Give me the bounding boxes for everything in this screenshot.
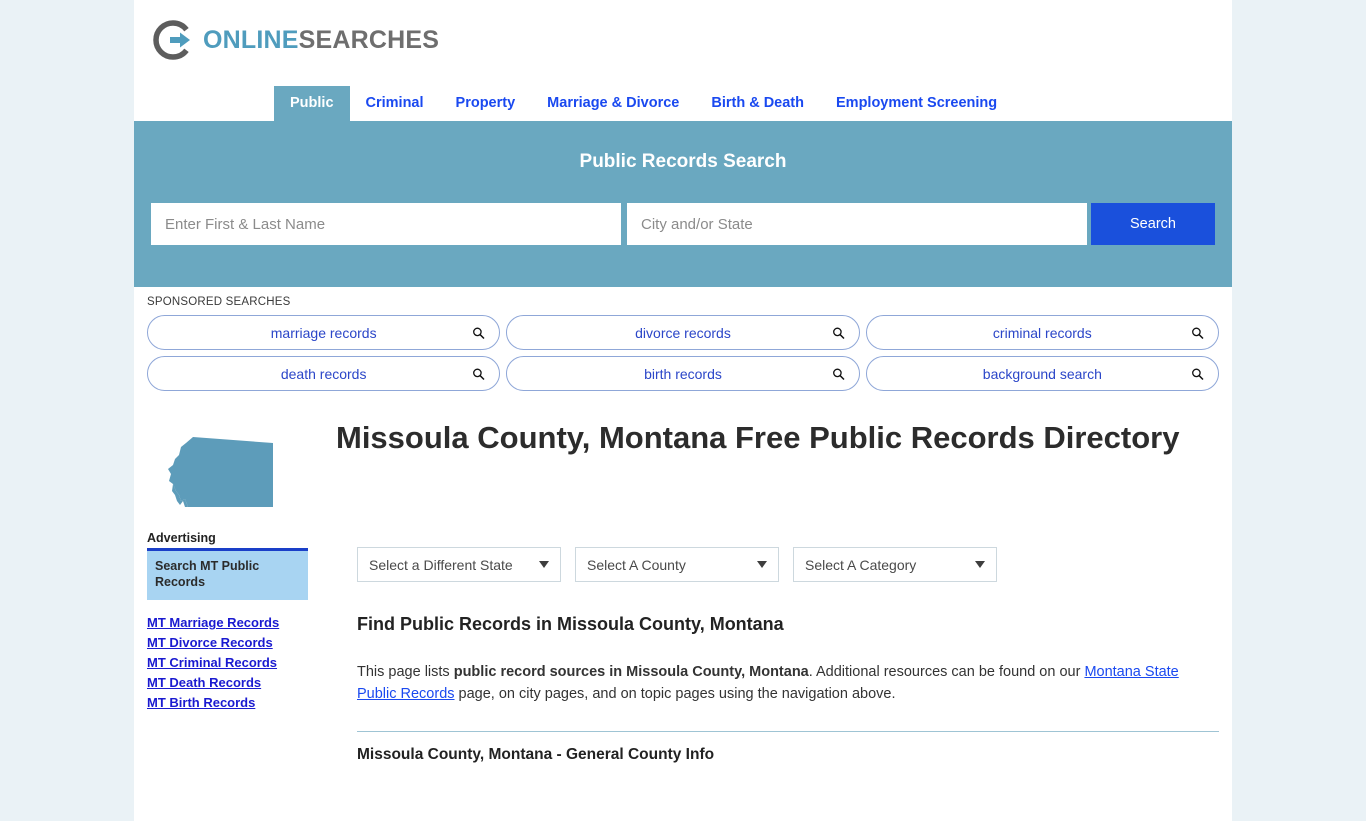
filter-dropdowns: Select a Different State Select A County… <box>357 547 1219 582</box>
search-icon <box>472 367 485 380</box>
sponsored-pill-label: birth records <box>644 365 722 382</box>
search-icon <box>472 326 485 339</box>
sidebar-link-mt-divorce-records[interactable]: MT Divorce Records <box>147 635 308 650</box>
sponsored-pill-label: marriage records <box>270 324 377 341</box>
sponsored-pill-marriage-records[interactable]: marriage records <box>147 315 501 350</box>
search-banner-title: Public Records Search <box>579 151 787 172</box>
logo-text: ONLINESEARCHES <box>203 26 439 55</box>
logo-text-online: ONLINE <box>203 25 299 54</box>
select-category-dropdown[interactable]: Select A Category <box>793 547 997 582</box>
nav-item-property[interactable]: Property <box>440 86 532 122</box>
sponsored-pill-background-search[interactable]: background search <box>865 356 1219 391</box>
sponsored-pill-divorce-records[interactable]: divorce records <box>506 315 860 350</box>
content-columns: Advertising Search MT Public Records MT … <box>147 529 1219 764</box>
section-heading: Find Public Records in Missoula County, … <box>357 614 784 634</box>
intro-paragraph: This page lists public record sources in… <box>357 661 1219 706</box>
search-form: Search <box>134 203 1232 245</box>
logo[interactable]: ONLINESEARCHES <box>134 0 1232 80</box>
sponsored-pill-label: background search <box>982 365 1102 382</box>
site-header: ONLINESEARCHES Public Criminal Property … <box>134 0 1232 121</box>
page-title: Missoula County, Montana Free Public Rec… <box>336 420 1180 455</box>
sidebar-link-mt-marriage-records[interactable]: MT Marriage Records <box>147 615 308 630</box>
nav-item-birth-death[interactable]: Birth & Death <box>695 86 820 122</box>
chevron-down-icon <box>757 561 767 568</box>
search-button[interactable]: Search <box>1091 203 1215 245</box>
sidebar: Advertising Search MT Public Records MT … <box>147 529 308 764</box>
sidebar-links: MT Marriage Records MT Divorce Records M… <box>147 615 308 710</box>
sponsored-pill-death-records[interactable]: death records <box>147 356 501 391</box>
chevron-down-icon <box>539 561 549 568</box>
section-divider <box>357 730 1219 732</box>
page-content: Missoula County, Montana Free Public Rec… <box>134 401 1232 821</box>
circle-arrow-logo-icon <box>152 19 194 61</box>
general-county-info-heading: Missoula County, Montana - General Count… <box>357 745 715 763</box>
search-icon <box>1191 367 1204 380</box>
select-state-dropdown[interactable]: Select a Different State <box>357 547 561 582</box>
search-icon <box>832 367 845 380</box>
advertising-label: Advertising <box>147 531 216 545</box>
page-title-row: Missoula County, Montana Free Public Rec… <box>147 401 1219 529</box>
search-icon <box>1191 326 1204 339</box>
sponsored-pill-criminal-records[interactable]: criminal records <box>865 315 1219 350</box>
intro-bold-1: public record sources in Missoula County… <box>453 664 809 680</box>
ad-box-search-mt-public-records[interactable]: Search MT Public Records <box>147 548 308 601</box>
name-search-input[interactable] <box>151 203 621 245</box>
sidebar-link-mt-criminal-records[interactable]: MT Criminal Records <box>147 655 308 670</box>
sponsored-searches-section: SPONSORED SEARCHES marriage records divo… <box>134 287 1232 401</box>
select-category-value: Select A Category <box>805 556 917 573</box>
logo-text-searches: SEARCHES <box>298 25 440 54</box>
search-icon <box>832 326 845 339</box>
chevron-down-icon <box>975 561 985 568</box>
main-column: Select a Different State Select A County… <box>308 529 1219 764</box>
sponsored-pill-birth-records[interactable]: birth records <box>506 356 860 391</box>
public-records-search-banner: Public Records Search Search <box>134 121 1232 287</box>
select-state-value: Select a Different State <box>369 556 513 573</box>
sidebar-link-mt-birth-records[interactable]: MT Birth Records <box>147 695 308 710</box>
select-county-dropdown[interactable]: Select A County <box>575 547 779 582</box>
select-county-value: Select A County <box>587 556 686 573</box>
sponsored-pill-label: criminal records <box>992 324 1092 341</box>
sponsored-pill-label: divorce records <box>635 324 731 341</box>
nav-item-public[interactable]: Public <box>274 85 350 121</box>
sponsored-pill-label: death records <box>280 365 367 382</box>
main-navigation: Public Criminal Property Marriage & Divo… <box>134 80 1232 121</box>
sponsored-searches-grid: marriage records divorce records crimina… <box>147 315 1219 391</box>
sponsored-searches-label: SPONSORED SEARCHES <box>147 296 291 308</box>
nav-item-criminal[interactable]: Criminal <box>350 86 440 122</box>
intro-text-2: . Additional resources can be found on o… <box>808 664 1085 680</box>
city-state-search-input[interactable] <box>627 203 1087 245</box>
nav-item-marriage-divorce[interactable]: Marriage & Divorce <box>531 86 695 122</box>
intro-text-1: This page lists <box>357 664 454 680</box>
intro-text-3: page, on city pages, and on topic pages … <box>454 686 896 703</box>
sidebar-link-mt-death-records[interactable]: MT Death Records <box>147 675 308 690</box>
montana-state-map-icon <box>147 419 287 529</box>
nav-item-employment-screening[interactable]: Employment Screening <box>820 86 1013 122</box>
